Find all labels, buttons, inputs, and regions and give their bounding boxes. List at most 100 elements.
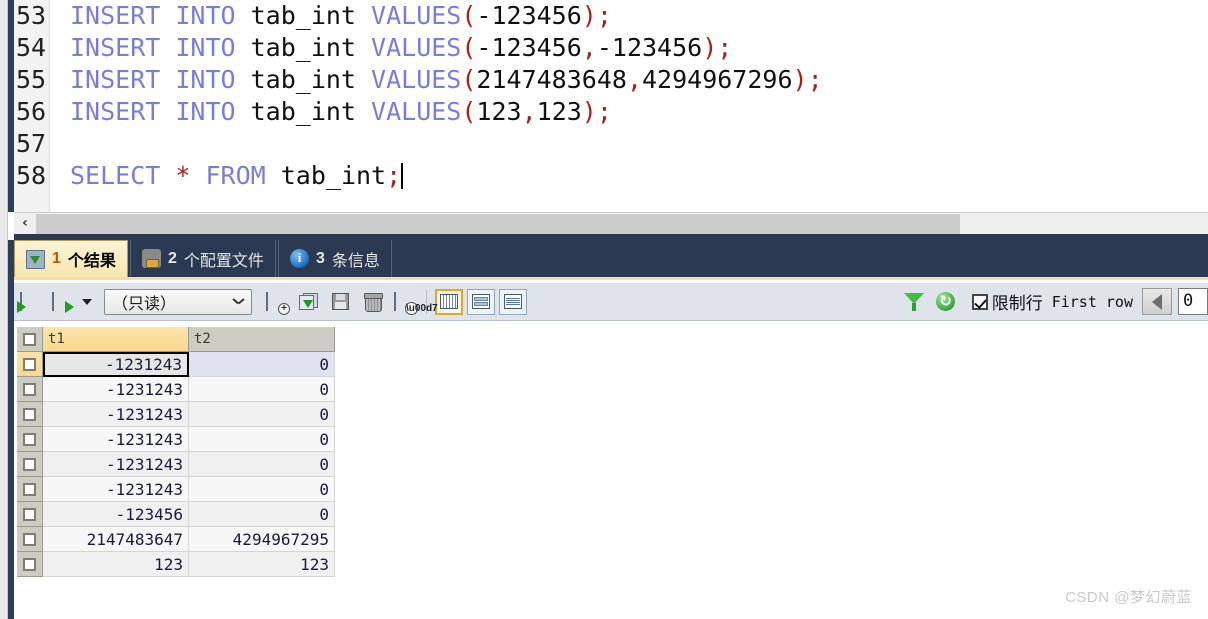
table-row[interactable]: -1231243 0 xyxy=(17,477,337,502)
table-cell[interactable]: -1231243 xyxy=(43,377,189,402)
code-line[interactable]: SELECT * FROM tab_int; xyxy=(70,160,1208,192)
checkbox-icon[interactable] xyxy=(23,357,36,371)
results-grid[interactable]: t1 t2 -1231243 0 -1231243 0 -1231243 0 -1231243 0… xyxy=(17,327,337,577)
editor-horizontal-scrollbar[interactable]: ‹ xyxy=(14,212,1208,235)
column-header-t2[interactable]: t2 xyxy=(189,327,335,352)
row-select-checkbox-cell[interactable] xyxy=(17,352,43,377)
table-cell[interactable]: 0 xyxy=(189,477,335,502)
previous-rows-button[interactable] xyxy=(1142,288,1172,315)
code-content[interactable]: INSERT INTO tab_int VALUES(-123456); INSE… xyxy=(50,0,1208,212)
table-row[interactable]: -123456 0 xyxy=(17,502,337,527)
tab-2[interactable]: 2 个配置文件 xyxy=(130,240,276,277)
view-text-button[interactable] xyxy=(499,288,527,315)
add-record-button[interactable]: + xyxy=(261,287,291,317)
code-line[interactable]: INSERT INTO tab_int VALUES(2147483648,42… xyxy=(70,64,1208,96)
view-grid-button[interactable] xyxy=(435,288,463,315)
table-cell[interactable]: 0 xyxy=(189,502,335,527)
refresh-button[interactable] xyxy=(931,287,961,317)
row-select-checkbox-cell[interactable] xyxy=(17,452,43,477)
table-cell[interactable]: -1231243 xyxy=(43,452,189,477)
row-select-checkbox-cell[interactable] xyxy=(17,502,43,527)
table-cell[interactable]: 0 xyxy=(189,377,335,402)
insert-record-dropdown-button[interactable] xyxy=(47,287,77,317)
scroll-left-icon[interactable]: ‹ xyxy=(14,213,36,235)
table-row[interactable]: -1231243 0 xyxy=(17,452,337,477)
row-select-checkbox-cell[interactable] xyxy=(17,377,43,402)
code-line[interactable] xyxy=(70,128,1208,160)
arrow-left-icon xyxy=(1152,293,1162,310)
code-token: INSERT INTO xyxy=(70,1,251,30)
checkbox-icon[interactable] xyxy=(23,482,36,496)
checkbox-icon[interactable] xyxy=(23,507,36,521)
import-record-button[interactable] xyxy=(293,287,323,317)
table-cell[interactable]: -1231243 xyxy=(43,402,189,427)
clear-grid-button[interactable]: \u00d7 xyxy=(389,287,438,317)
chevron-down-icon xyxy=(233,298,244,305)
insert-record-button[interactable] xyxy=(15,287,45,317)
code-line[interactable]: INSERT INTO tab_int VALUES(123,123); xyxy=(70,96,1208,128)
table-cell[interactable]: -123456 xyxy=(43,502,189,527)
select-all-checkbox-cell[interactable] xyxy=(17,327,43,352)
row-select-checkbox-cell[interactable] xyxy=(17,477,43,502)
checkbox-icon[interactable] xyxy=(23,407,36,421)
table-row[interactable]: -1231243 0 xyxy=(17,377,337,402)
checkbox-icon[interactable] xyxy=(23,432,36,446)
table-cell[interactable]: 0 xyxy=(189,427,335,452)
row-select-checkbox-cell[interactable] xyxy=(17,527,43,552)
insert-dropdown-arrow-button[interactable] xyxy=(79,287,95,317)
results-tab-bar[interactable]: 1 个结果 2 个配置文件 3 条信息 xyxy=(14,234,1208,280)
checkbox-icon[interactable] xyxy=(23,332,36,346)
code-token: tab_int xyxy=(250,33,372,62)
filter-button[interactable] xyxy=(899,287,929,317)
row-select-checkbox-cell[interactable] xyxy=(17,552,43,577)
table-cell[interactable]: 0 xyxy=(189,352,335,377)
column-header-t1[interactable]: t1 xyxy=(43,327,189,352)
table-cell[interactable]: 0 xyxy=(189,452,335,477)
tab-3[interactable]: 3 条信息 xyxy=(278,240,392,277)
table-cell[interactable]: 123 xyxy=(189,552,335,577)
table-cell[interactable]: 0 xyxy=(189,402,335,427)
code-token: INSERT INTO xyxy=(70,65,251,94)
save-record-button[interactable] xyxy=(325,287,355,317)
table-cell[interactable]: -1231243 xyxy=(43,427,189,452)
table-cell[interactable]: 2147483647 xyxy=(43,527,189,552)
form-view-icon xyxy=(472,294,490,309)
code-token: , xyxy=(626,65,642,94)
trash-icon xyxy=(363,293,383,312)
table-row[interactable]: 123 123 xyxy=(17,552,337,577)
table-row[interactable]: -1231243 0 xyxy=(17,352,337,377)
checkbox-icon[interactable] xyxy=(23,457,36,471)
row-select-checkbox-cell[interactable] xyxy=(17,402,43,427)
code-token: tab_int xyxy=(250,65,372,94)
code-token: FROM xyxy=(190,161,281,190)
grid-mode-select[interactable]: （只读） xyxy=(104,288,252,315)
checkbox-icon[interactable] xyxy=(23,532,36,546)
row-select-checkbox-cell[interactable] xyxy=(17,427,43,452)
sql-editor[interactable]: 53 54 55 56 57 58 INSERT INTO tab_int VALUES(… xyxy=(14,0,1208,212)
code-token: ); xyxy=(792,65,823,94)
table-cell[interactable]: -1231243 xyxy=(43,477,189,502)
results-toolbar[interactable]: （只读） + \u00d7 限制行 Fir xyxy=(14,283,1208,321)
grid-remove-icon: \u00d7 xyxy=(394,291,438,315)
row-offset-input[interactable]: 0 xyxy=(1178,288,1208,315)
table-cell[interactable]: 4294967295 xyxy=(189,527,335,552)
table-row[interactable]: -1231243 0 xyxy=(17,402,337,427)
checkbox-icon[interactable] xyxy=(23,557,36,571)
table-cell[interactable]: 123 xyxy=(43,552,189,577)
line-number: 53 xyxy=(16,1,47,30)
checkbox-icon[interactable] xyxy=(23,382,36,396)
delete-record-button[interactable] xyxy=(357,287,387,317)
code-line[interactable]: INSERT INTO tab_int VALUES(-123456,-1234… xyxy=(70,32,1208,64)
limit-rows-checkbox[interactable] xyxy=(971,293,988,310)
tab-1[interactable]: 1 个结果 xyxy=(14,240,128,277)
view-form-button[interactable] xyxy=(467,288,495,315)
code-line[interactable]: INSERT INTO tab_int VALUES(-123456); xyxy=(70,0,1208,32)
line-number-gutter: 53 54 55 56 57 58 xyxy=(14,0,50,212)
results-grid-area[interactable]: t1 t2 -1231243 0 -1231243 0 -1231243 0 -1231243 0… xyxy=(14,322,1208,619)
grid-add-icon: + xyxy=(266,291,290,315)
scrollbar-thumb[interactable] xyxy=(36,214,960,234)
table-row[interactable]: -1231243 0 xyxy=(17,427,337,452)
table-row[interactable]: 2147483647 4294967295 xyxy=(17,527,337,552)
tab-label: 条信息 xyxy=(331,252,380,270)
table-cell[interactable]: -1231243 xyxy=(43,352,189,377)
